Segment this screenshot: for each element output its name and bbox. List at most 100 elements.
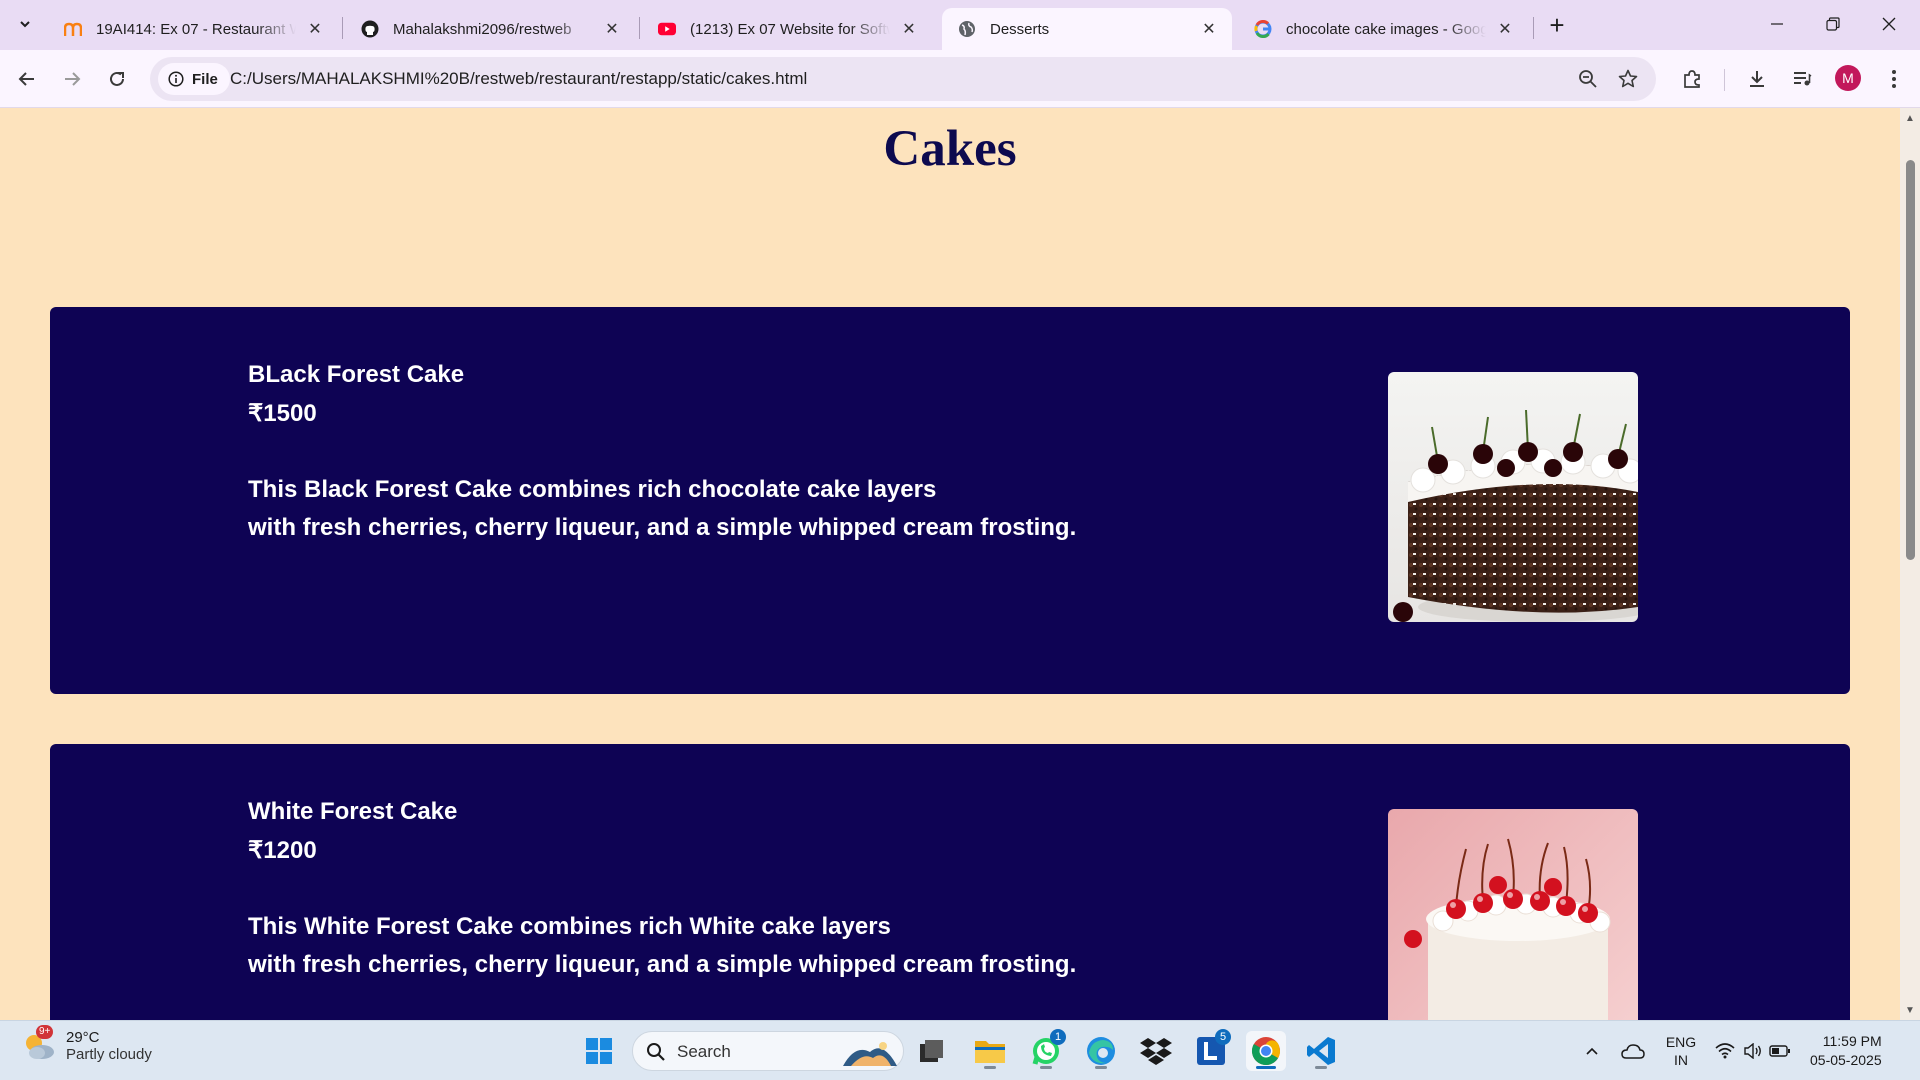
arrow-left-icon: [18, 72, 34, 86]
weather-badge: 9+: [36, 1025, 54, 1039]
more-vertical-icon: [1892, 70, 1896, 88]
tab-search-button[interactable]: [9, 7, 41, 41]
notification-badge: 1: [1050, 1029, 1066, 1045]
file-explorer-button[interactable]: [970, 1031, 1010, 1071]
vscode-button[interactable]: [1301, 1031, 1341, 1071]
reload-icon: [110, 71, 124, 86]
whatsapp-button[interactable]: 1: [1026, 1029, 1066, 1071]
scroll-up-arrow-icon[interactable]: ▲: [1904, 112, 1916, 124]
battery-status[interactable]: [1768, 1031, 1792, 1071]
cake-description: This White Forest Cake combines rich Whi…: [248, 913, 891, 940]
cake-name: White Forest Cake: [248, 798, 458, 825]
github-icon: [361, 20, 379, 38]
close-icon[interactable]: ✕: [1494, 18, 1516, 40]
cake-name: BLack Forest Cake: [248, 361, 465, 388]
dropbox-icon: [1140, 1038, 1172, 1065]
search-label: Search: [677, 1042, 731, 1061]
language-code: ENG: [1665, 1034, 1697, 1050]
close-window-button[interactable]: [1862, 0, 1916, 48]
region-code: IN: [1674, 1052, 1688, 1068]
l-app-button[interactable]: 5: [1191, 1029, 1231, 1071]
dropbox-button[interactable]: [1136, 1031, 1176, 1071]
tab-google[interactable]: chocolate cake images - Googl ✕: [1238, 8, 1528, 50]
tab-desserts[interactable]: Desserts ✕: [942, 8, 1232, 50]
site-info-chip[interactable]: File: [158, 63, 230, 95]
tab-separator: [639, 17, 640, 39]
weather-widget[interactable]: 9+ 29°C Partly cloudy: [22, 1025, 152, 1063]
tab-restaurant[interactable]: 19AI414: Ex 07 - Restaurant We ✕: [48, 8, 338, 50]
address-bar[interactable]: File C:/Users/MAHALAKSHMI%20B/restweb/re…: [150, 57, 1656, 101]
tab-title: 19AI414: Ex 07 - Restaurant We: [96, 20, 296, 38]
tab-title: Desserts: [990, 20, 1050, 38]
edge-icon: [1087, 1037, 1115, 1065]
weather-icon: 9+: [22, 1025, 56, 1063]
windows-icon: [586, 1038, 612, 1064]
taskbar-search[interactable]: Search: [632, 1031, 904, 1071]
scroll-down-arrow-icon[interactable]: ▼: [1904, 1004, 1916, 1016]
show-hidden-icons-button[interactable]: [1582, 1031, 1602, 1071]
cake-price: ₹1500: [248, 400, 317, 427]
reload-button[interactable]: [99, 61, 135, 97]
close-icon[interactable]: ✕: [1198, 18, 1220, 40]
google-icon: [1254, 20, 1272, 38]
bookmark-button[interactable]: [1612, 63, 1644, 95]
close-icon[interactable]: ✕: [304, 18, 326, 40]
menu-button[interactable]: [1876, 61, 1912, 97]
system-clock[interactable]: 11:59 PM 05-05-2025: [1810, 1032, 1882, 1070]
close-icon[interactable]: ✕: [601, 18, 623, 40]
start-button[interactable]: [579, 1031, 619, 1071]
zoom-button[interactable]: [1572, 63, 1604, 95]
clock-time: 11:59 PM: [1822, 1033, 1882, 1049]
minimize-icon: [1771, 23, 1783, 25]
extensions-button[interactable]: [1674, 61, 1710, 97]
tab-strip: 19AI414: Ex 07 - Restaurant We ✕ Mahalak…: [0, 0, 1920, 50]
forward-button[interactable]: [54, 61, 90, 97]
folder-icon: [975, 1041, 1005, 1063]
language-indicator[interactable]: ENG IN: [1660, 1031, 1702, 1071]
minimize-button[interactable]: [1750, 0, 1804, 48]
running-indicator: [1040, 1066, 1052, 1069]
back-button[interactable]: [9, 61, 45, 97]
search-icon: [647, 1043, 665, 1061]
tab-github[interactable]: Mahalakshmi2096/restweb ✕: [345, 8, 635, 50]
restore-button[interactable]: [1806, 0, 1860, 48]
star-icon: [1618, 69, 1638, 88]
cake-card: White Forest Cake ₹1200 This White Fores…: [50, 744, 1850, 1020]
weather-temp: 29°C: [66, 1029, 100, 1046]
speaker-icon: [1744, 1043, 1761, 1059]
youtube-icon: [658, 20, 676, 38]
chevron-up-icon: [1586, 1047, 1598, 1055]
page-scrollbar[interactable]: ▲ ▼: [1900, 108, 1920, 1020]
close-icon[interactable]: ✕: [898, 18, 920, 40]
weather-condition: Partly cloudy: [66, 1046, 152, 1063]
edge-button[interactable]: [1081, 1031, 1121, 1071]
clock-date: 05-05-2025: [1810, 1052, 1882, 1068]
arrow-right-icon: [65, 72, 81, 86]
plus-icon: +: [1549, 9, 1565, 40]
cake-card: BLack Forest Cake ₹1500 This Black Fores…: [50, 307, 1850, 694]
cake-description: This Black Forest Cake combines rich cho…: [248, 476, 937, 503]
cake-description: with fresh cherries, cherry liqueur, and…: [248, 951, 1077, 978]
volume-status[interactable]: [1742, 1031, 1764, 1071]
tab-title: (1213) Ex 07 Website for Softwa: [690, 20, 890, 38]
cake-price: ₹1200: [248, 837, 317, 864]
restore-icon: [1826, 17, 1840, 31]
toolbar-divider: [1724, 69, 1725, 91]
white-forest-cake-image: [1388, 809, 1638, 1020]
tab-youtube[interactable]: (1213) Ex 07 Website for Softwa ✕: [642, 8, 932, 50]
url-text[interactable]: C:/Users/MAHALAKSHMI%20B/restweb/restaur…: [230, 69, 807, 89]
media-control-button[interactable]: [1784, 61, 1820, 97]
new-tab-button[interactable]: +: [1542, 10, 1572, 40]
downloads-button[interactable]: [1739, 61, 1775, 97]
chrome-button[interactable]: [1246, 1031, 1286, 1071]
profile-avatar[interactable]: M: [1835, 65, 1861, 91]
wifi-status[interactable]: [1714, 1031, 1736, 1071]
task-view-button[interactable]: [912, 1031, 952, 1071]
download-icon: [1750, 71, 1764, 87]
vscode-icon: [1307, 1037, 1335, 1065]
onedrive-button[interactable]: [1619, 1031, 1647, 1071]
cake-description: with fresh cherries, cherry liqueur, and…: [248, 514, 1077, 541]
tab-separator: [342, 17, 343, 39]
scrollbar-thumb[interactable]: [1906, 160, 1915, 560]
black-forest-cake-image: [1388, 372, 1638, 622]
